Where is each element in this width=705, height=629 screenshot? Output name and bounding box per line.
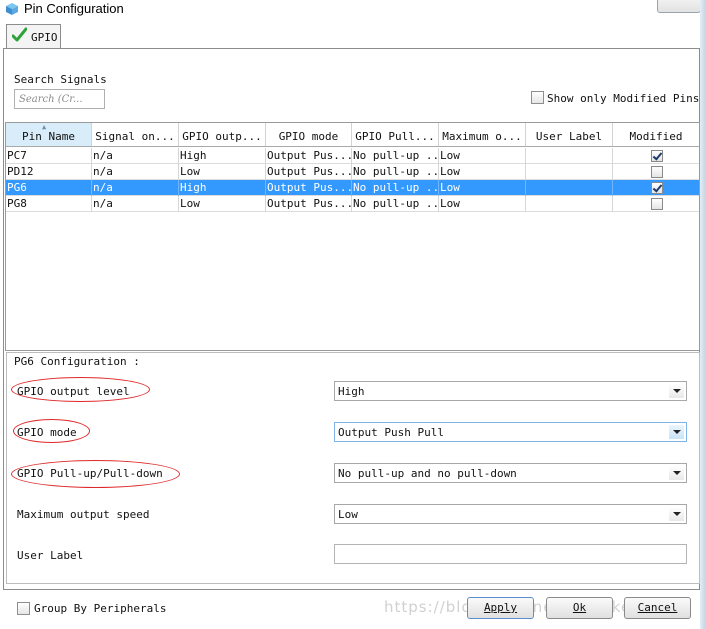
config-panel-title: PG6 Configuration : — [14, 355, 140, 368]
cell-max-speed: Low — [439, 180, 526, 196]
cell-user-label — [526, 148, 613, 164]
sort-up-icon: ▲ — [42, 123, 47, 131]
chevron-down-icon[interactable] — [669, 466, 684, 480]
column-header-modified[interactable]: Modified — [613, 123, 699, 146]
cell-pin-name: PC7 — [6, 148, 92, 164]
cell-max-speed: Low — [439, 148, 526, 164]
cell-signal: n/a — [92, 164, 179, 180]
cell-output-level: High — [179, 180, 266, 196]
output-level-select[interactable]: High — [334, 381, 687, 401]
modified-checkbox[interactable] — [650, 198, 663, 210]
check-icon — [12, 27, 27, 42]
cell-modified — [613, 164, 699, 180]
table-row[interactable]: PG8 n/a Low Output Pus... No pull-up ...… — [6, 196, 699, 212]
gpio-mode-select[interactable]: Output Push Pull — [334, 422, 687, 442]
cell-pull: No pull-up ... — [353, 180, 439, 196]
cell-gpio-mode: Output Pus... — [267, 148, 352, 164]
select-value: No pull-up and no pull-down — [338, 467, 517, 480]
search-input[interactable] — [14, 89, 105, 109]
chevron-down-icon[interactable] — [669, 425, 684, 439]
cell-pin-name: PD12 — [6, 164, 92, 180]
cell-pin-name: PG6 — [6, 180, 92, 196]
label-pull-up-down: GPIO Pull-up/Pull-down — [17, 467, 163, 480]
cell-signal: n/a — [92, 148, 179, 164]
modified-checkbox[interactable] — [650, 182, 663, 194]
search-signals-label: Search Signals — [14, 73, 107, 86]
column-header-pin-name[interactable]: ▲ Pin Name — [6, 123, 92, 146]
window-title: Pin Configuration — [24, 1, 124, 16]
tab-gpio[interactable]: GPIO — [6, 24, 61, 48]
group-by-peripherals-label: Group By Peripherals — [34, 602, 167, 615]
cell-gpio-mode: Output Pus... — [267, 196, 352, 212]
apply-button[interactable]: Apply — [467, 597, 534, 619]
modified-checkbox[interactable] — [650, 166, 663, 178]
show-only-modified-label: Show only Modified Pins — [547, 92, 700, 105]
desktop-edge — [700, 0, 705, 629]
cell-user-label — [526, 164, 613, 180]
cell-modified — [613, 196, 699, 212]
cell-user-label — [526, 196, 613, 212]
cell-gpio-mode: Output Pus... — [267, 180, 352, 196]
column-header-pull[interactable]: GPIO Pull... — [352, 123, 439, 146]
chevron-down-icon[interactable] — [669, 507, 684, 521]
column-header-max-speed[interactable]: Maximum o... — [439, 123, 526, 146]
cell-output-level: Low — [179, 196, 266, 212]
select-value: High — [338, 385, 365, 398]
tab-strip: GPIO — [3, 24, 700, 48]
label-max-speed: Maximum output speed — [17, 508, 150, 521]
ok-button[interactable]: Ok — [546, 597, 613, 619]
chevron-down-icon[interactable] — [669, 384, 684, 398]
table-row[interactable]: PD12 n/a Low Output Pus... No pull-up ..… — [6, 164, 699, 180]
column-header-user-label[interactable]: User Label — [526, 123, 613, 146]
cell-pin-name: PG8 — [6, 196, 92, 212]
cell-signal: n/a — [92, 180, 179, 196]
table-row[interactable]: PC7 n/a High Output Pus... No pull-up ..… — [6, 148, 699, 164]
cancel-button[interactable]: Cancel — [624, 597, 691, 619]
cell-output-level: Low — [179, 164, 266, 180]
max-speed-select[interactable]: Low — [334, 504, 687, 524]
cell-pull: No pull-up ... — [353, 196, 439, 212]
cell-max-speed: Low — [439, 196, 526, 212]
tab-label: GPIO — [31, 31, 58, 44]
group-by-peripherals-checkbox[interactable] — [17, 602, 30, 615]
cell-pull: No pull-up ... — [353, 148, 439, 164]
cell-max-speed: Low — [439, 164, 526, 180]
column-header-output-level[interactable]: GPIO outp... — [179, 123, 266, 146]
title-bar: Pin Configuration — [0, 0, 705, 20]
cell-modified — [613, 180, 699, 196]
user-label-input[interactable] — [334, 544, 687, 564]
label-output-level: GPIO output level — [17, 385, 130, 398]
cell-gpio-mode: Output Pus... — [267, 164, 352, 180]
pull-up-down-select[interactable]: No pull-up and no pull-down — [334, 463, 687, 483]
label-gpio-mode: GPIO mode — [17, 426, 77, 439]
table-header: ▲ Pin Name Signal on... GPIO outp... GPI… — [6, 123, 699, 147]
cell-signal: n/a — [92, 196, 179, 212]
select-value: Low — [338, 508, 358, 521]
select-value: Output Push Pull — [338, 426, 444, 439]
pin-configuration-dialog: Pin Configuration GPIO Search Signals Sh… — [0, 0, 705, 629]
cell-modified — [613, 148, 699, 164]
close-button[interactable] — [657, 0, 701, 13]
cell-pull: No pull-up ... — [353, 164, 439, 180]
cell-user-label — [526, 180, 613, 196]
app-cube-icon — [6, 3, 18, 15]
show-only-modified-checkbox[interactable] — [531, 91, 544, 104]
label-user-label: User Label — [17, 549, 84, 562]
modified-checkbox[interactable] — [650, 150, 663, 162]
cell-output-level: High — [179, 148, 266, 164]
column-header-gpio-mode[interactable]: GPIO mode — [266, 123, 352, 146]
table-row-selected[interactable]: PG6 n/a High Output Pus... No pull-up ..… — [6, 180, 699, 196]
pins-table: ▲ Pin Name Signal on... GPIO outp... GPI… — [5, 122, 700, 351]
column-header-signal[interactable]: Signal on... — [92, 123, 179, 146]
